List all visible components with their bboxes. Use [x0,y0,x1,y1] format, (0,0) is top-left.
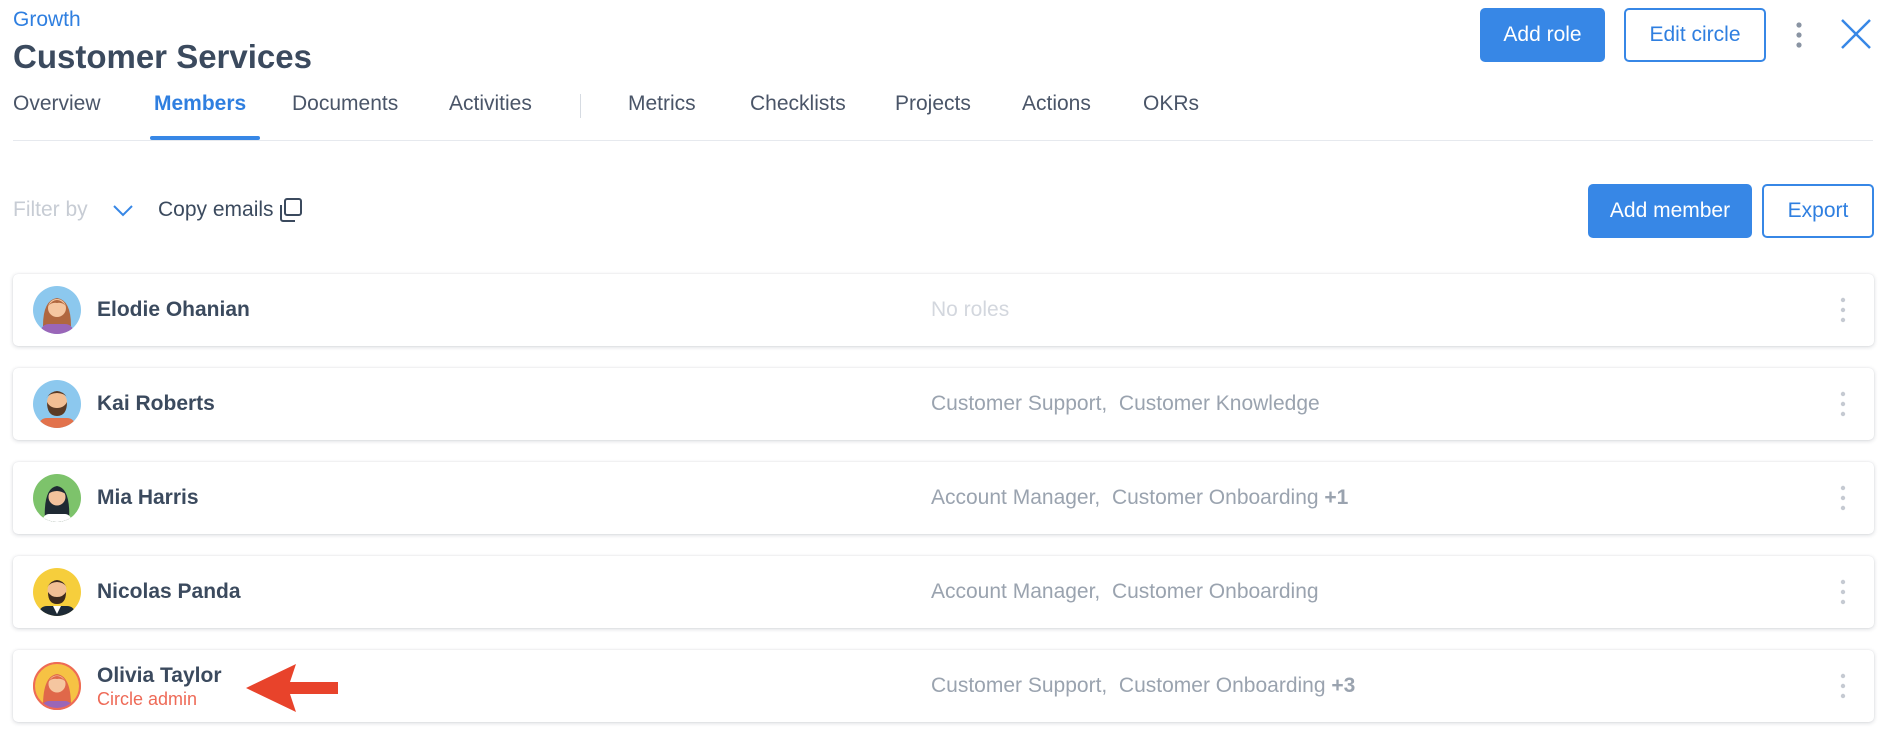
member-row[interactable]: Elodie Ohanian No roles [13,274,1874,346]
role-label: Customer Onboarding [1111,580,1319,603]
member-roles: No roles [931,298,1009,322]
tab-checklists[interactable]: Checklists [750,92,846,116]
role-label: Account Manager, [931,580,1101,603]
circle-admin-badge: Circle admin [97,689,198,709]
circle-tabs: Overview Members Documents Activities Me… [13,88,1873,141]
row-options-icon[interactable] [1838,296,1848,324]
row-options-icon[interactable] [1838,484,1848,512]
woman-brown-hair-avatar [33,286,81,334]
member-name: Elodie Ohanian [97,298,250,321]
close-icon[interactable] [1836,14,1876,54]
member-roles: Account Manager, Customer Onboarding +1 [931,486,1348,510]
role-label: Customer Support, [931,392,1108,415]
breadcrumb-parent-circle[interactable]: Growth [13,8,81,32]
role-label: Customer Knowledge [1118,392,1320,415]
tab-projects[interactable]: Projects [895,92,971,116]
man-beard-suit-avatar [33,568,81,616]
role-label: Account Manager, [931,486,1101,509]
tab-okrs[interactable]: OKRs [1143,92,1199,116]
add-role-button[interactable]: Add role [1480,8,1605,62]
add-member-button[interactable]: Add member [1588,184,1752,238]
page-title: Customer Services [13,38,312,75]
role-label: Customer Onboarding [1118,674,1326,697]
woman-black-hair-avatar [33,474,81,522]
bearded-man-avatar [33,380,81,428]
more-roles-count[interactable]: +3 [1331,674,1355,697]
circle-members-page: Growth Customer Services Add role Edit c… [0,0,1886,744]
role-label: Customer Onboarding [1111,486,1319,509]
tab-divider [580,94,581,118]
row-options-icon[interactable] [1838,672,1848,700]
more-options-icon[interactable] [1786,20,1812,50]
tab-documents[interactable]: Documents [292,92,398,116]
tab-metrics[interactable]: Metrics [628,92,696,116]
member-roles: Customer Support, Customer Onboarding +3 [931,674,1355,698]
member-name: Olivia Taylor [97,664,222,687]
annotation-arrow-icon [246,664,338,712]
tab-overview[interactable]: Overview [13,92,101,116]
member-row[interactable]: Nicolas Panda Account Manager, Customer … [13,556,1874,628]
member-roles: Customer Support, Customer Knowledge [931,392,1320,416]
role-label: Customer Support, [931,674,1108,697]
member-row[interactable]: Mia Harris Account Manager, Customer Onb… [13,462,1874,534]
active-tab-indicator [150,136,260,140]
woman-red-hair-avatar [33,662,81,710]
member-name: Mia Harris [97,486,199,509]
tab-actions[interactable]: Actions [1022,92,1091,116]
copy-icon[interactable] [276,196,304,224]
row-options-icon[interactable] [1838,578,1848,606]
role-label: No roles [931,298,1010,321]
edit-circle-button[interactable]: Edit circle [1624,8,1766,62]
member-row[interactable]: Kai Roberts Customer Support, Customer K… [13,368,1874,440]
more-roles-count[interactable]: +1 [1324,486,1348,509]
copy-emails-button[interactable]: Copy emails [158,198,274,222]
tab-members[interactable]: Members [154,92,246,116]
chevron-down-icon[interactable] [112,200,134,220]
member-roles: Account Manager, Customer Onboarding [931,580,1319,604]
member-name: Nicolas Panda [97,580,241,603]
filter-by-dropdown[interactable]: Filter by [13,198,88,222]
export-button[interactable]: Export [1762,184,1874,238]
tab-activities[interactable]: Activities [449,92,532,116]
member-name: Kai Roberts [97,392,215,415]
row-options-icon[interactable] [1838,390,1848,418]
